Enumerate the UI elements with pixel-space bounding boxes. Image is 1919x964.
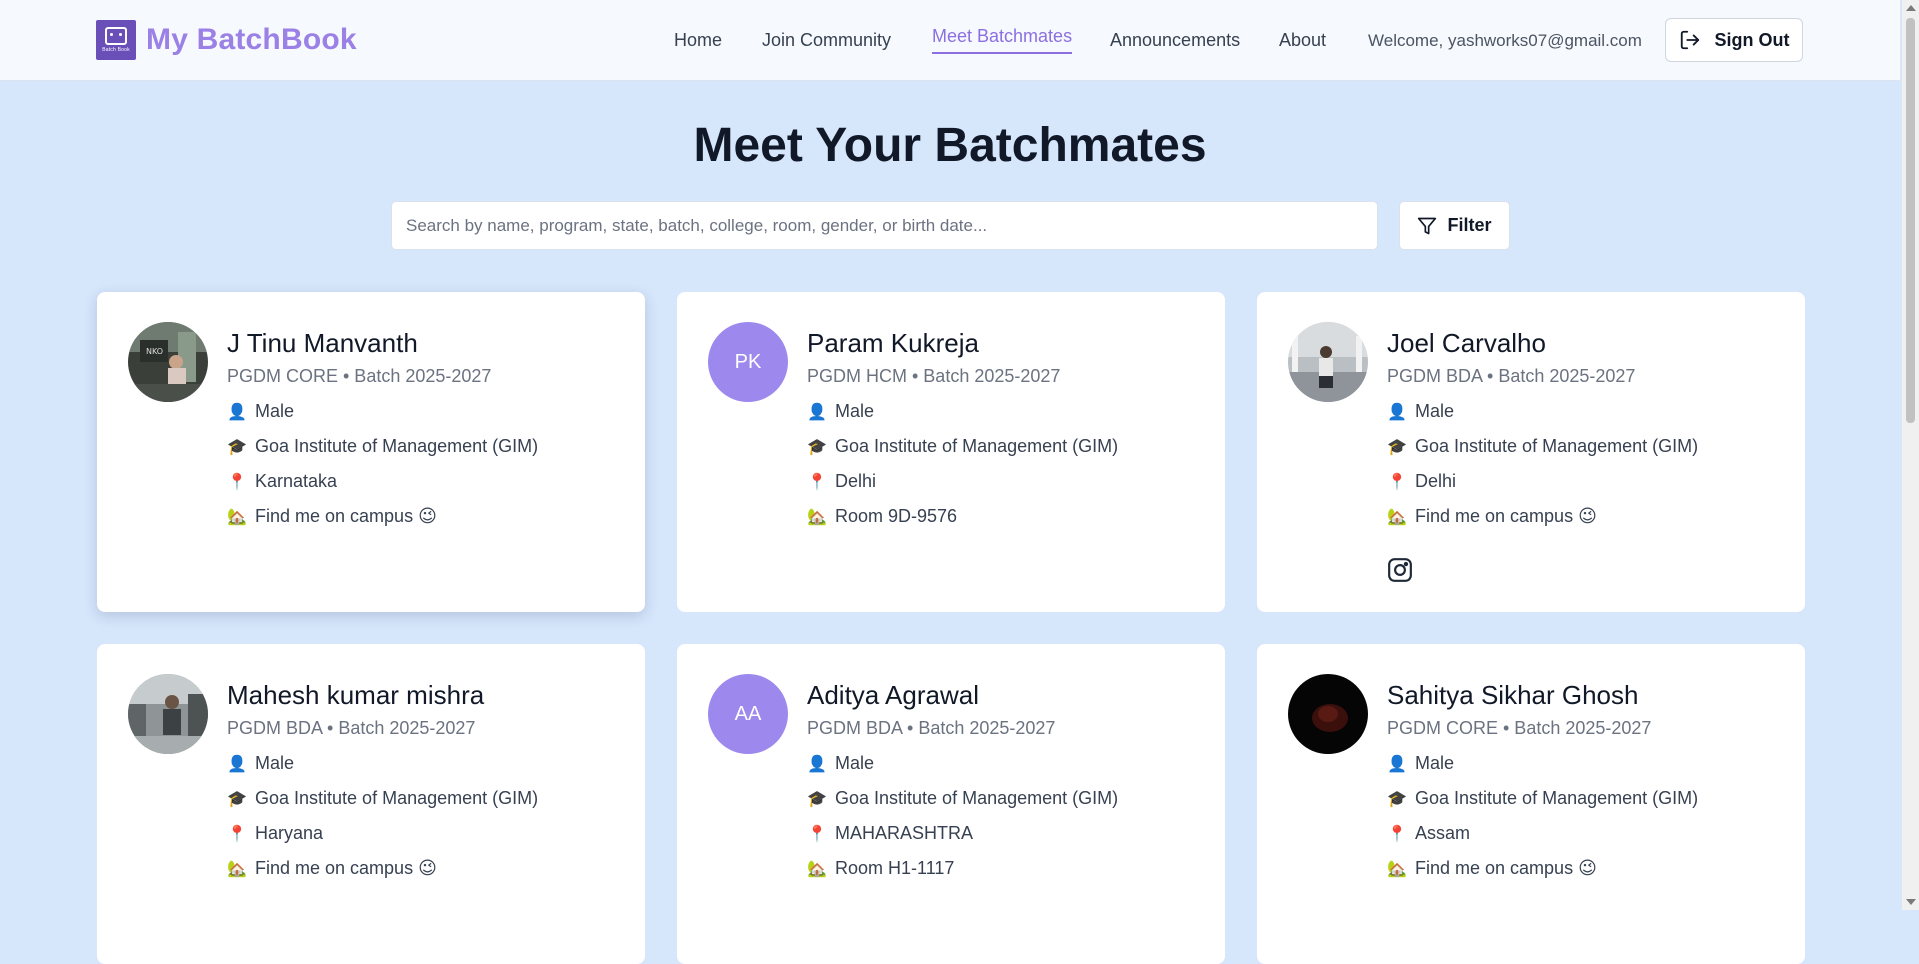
graduation-cap-icon: 🎓 (807, 790, 827, 808)
college-text: Goa Institute of Management (GIM) (835, 436, 1119, 456)
batchmate-card[interactable]: Joel Carvalho PGDM BDA • Batch 2025-2027… (1257, 292, 1805, 612)
state-text: Haryana (255, 823, 324, 843)
person-icon: 👤 (227, 403, 247, 421)
state-text: Assam (1415, 823, 1471, 843)
batchmate-card[interactable]: NKO J Tinu Manvanth PGDM CORE • Batch 20… (97, 292, 645, 612)
batchmate-name: Param Kukreja (807, 328, 979, 358)
nav-join-community[interactable]: Join Community (762, 30, 891, 51)
nav-about[interactable]: About (1279, 30, 1326, 51)
gender-text: Male (1415, 401, 1455, 421)
sign-out-icon (1680, 30, 1699, 50)
batchmate-name: Aditya Agrawal (807, 680, 979, 710)
house-icon: 🏡 (1387, 508, 1407, 526)
room-text: Find me on campus 😉 (1415, 858, 1597, 878)
gender-text: Male (255, 753, 295, 773)
graduation-cap-icon: 🎓 (1387, 790, 1407, 808)
house-icon: 🏡 (1387, 860, 1407, 878)
graduation-cap-icon: 🎓 (1387, 438, 1407, 456)
sign-out-button[interactable]: Sign Out (1665, 18, 1803, 62)
brand[interactable]: Batch Book My BatchBook (96, 20, 357, 60)
scroll-down-arrow-icon[interactable] (1906, 899, 1916, 905)
nav-announcements[interactable]: Announcements (1110, 30, 1240, 51)
program-batch: PGDM HCM • Batch 2025-2027 (807, 366, 1061, 386)
location-pin-icon: 📍 (227, 825, 247, 843)
batchmate-name: Joel Carvalho (1387, 328, 1546, 358)
filter-button[interactable]: Filter (1399, 201, 1510, 250)
college-text: Goa Institute of Management (GIM) (1415, 436, 1699, 456)
room-text: Find me on campus 😉 (1415, 506, 1597, 526)
graduation-cap-icon: 🎓 (227, 438, 247, 456)
person-icon: 👤 (807, 403, 827, 421)
room-text: Room 9D-9576 (835, 506, 958, 526)
filter-icon (1418, 217, 1437, 234)
college-text: Goa Institute of Management (GIM) (255, 788, 539, 808)
page-scrollbar[interactable] (1902, 0, 1919, 910)
welcome-text: Welcome, yashworks07@gmail.com (1368, 31, 1642, 50)
state-text: Delhi (835, 471, 877, 491)
nav-home[interactable]: Home (674, 30, 722, 51)
college-text: Goa Institute of Management (GIM) (255, 436, 539, 456)
person-icon: 👤 (1387, 755, 1407, 773)
location-pin-icon: 📍 (807, 825, 827, 843)
state-text: MAHARASHTRA (835, 823, 974, 843)
gender-text: Male (835, 401, 875, 421)
room-text: Find me on campus 😉 (255, 506, 437, 526)
person-icon: 👤 (1387, 403, 1407, 421)
gender-text: Male (835, 753, 875, 773)
batchmate-card[interactable]: AA Aditya Agrawal PGDM BDA • Batch 2025-… (677, 644, 1225, 964)
gender-text: Male (255, 401, 295, 421)
house-icon: 🏡 (227, 508, 247, 526)
batchmate-name: J Tinu Manvanth (227, 328, 418, 358)
location-pin-icon: 📍 (227, 473, 247, 491)
program-batch: PGDM CORE • Batch 2025-2027 (1387, 718, 1652, 738)
location-pin-icon: 📍 (1387, 825, 1407, 843)
avatar (1288, 322, 1368, 402)
filter-label: Filter (1447, 215, 1492, 235)
instagram-icon[interactable] (1387, 557, 1413, 583)
nav-meet-batchmates[interactable]: Meet Batchmates (932, 26, 1073, 54)
batchbook-logo: Batch Book (96, 20, 136, 60)
graduation-cap-icon: 🎓 (807, 438, 827, 456)
house-icon: 🏡 (227, 860, 247, 878)
batchmate-card[interactable]: Sahitya Sikhar Ghosh PGDM CORE • Batch 2… (1257, 644, 1805, 964)
program-batch: PGDM BDA • Batch 2025-2027 (1387, 366, 1636, 386)
graduation-cap-icon: 🎓 (227, 790, 247, 808)
location-pin-icon: 📍 (807, 473, 827, 491)
college-text: Goa Institute of Management (GIM) (835, 788, 1119, 808)
room-text: Find me on campus 😉 (255, 858, 437, 878)
batchmate-name: Mahesh kumar mishra (227, 680, 485, 710)
avatar (1288, 674, 1368, 754)
program-batch: PGDM BDA • Batch 2025-2027 (807, 718, 1056, 738)
person-icon: 👤 (227, 755, 247, 773)
state-text: Karnataka (255, 471, 338, 491)
batchmate-name: Sahitya Sikhar Ghosh (1387, 680, 1639, 710)
batchmate-card[interactable]: PK Param Kukreja PGDM HCM • Batch 2025-2… (677, 292, 1225, 612)
top-navbar: Batch Book My BatchBook Home Join Commun… (0, 0, 1900, 81)
house-icon: 🏡 (807, 508, 827, 526)
avatar-initials: PK (708, 322, 788, 402)
state-text: Delhi (1415, 471, 1457, 491)
program-batch: PGDM BDA • Batch 2025-2027 (227, 718, 476, 738)
sign-out-label: Sign Out (1714, 29, 1790, 50)
page-title: Meet Your Batchmates (693, 119, 1207, 172)
search-input[interactable] (391, 201, 1378, 250)
brand-name: My BatchBook (146, 23, 357, 56)
batchmate-card[interactable]: Mahesh kumar mishra PGDM BDA • Batch 202… (97, 644, 645, 964)
person-icon: 👤 (807, 755, 827, 773)
college-text: Goa Institute of Management (GIM) (1415, 788, 1699, 808)
program-batch: PGDM CORE • Batch 2025-2027 (227, 366, 492, 386)
svg-text:NKO: NKO (146, 347, 163, 356)
scroll-thumb[interactable] (1906, 18, 1915, 423)
gender-text: Male (1415, 753, 1455, 773)
avatar (128, 674, 208, 754)
location-pin-icon: 📍 (1387, 473, 1407, 491)
scroll-up-arrow-icon[interactable] (1906, 5, 1916, 11)
house-icon: 🏡 (807, 860, 827, 878)
room-text: Room H1-1117 (835, 858, 955, 878)
avatar: NKO (128, 322, 208, 402)
avatar-initials: AA (708, 674, 788, 754)
